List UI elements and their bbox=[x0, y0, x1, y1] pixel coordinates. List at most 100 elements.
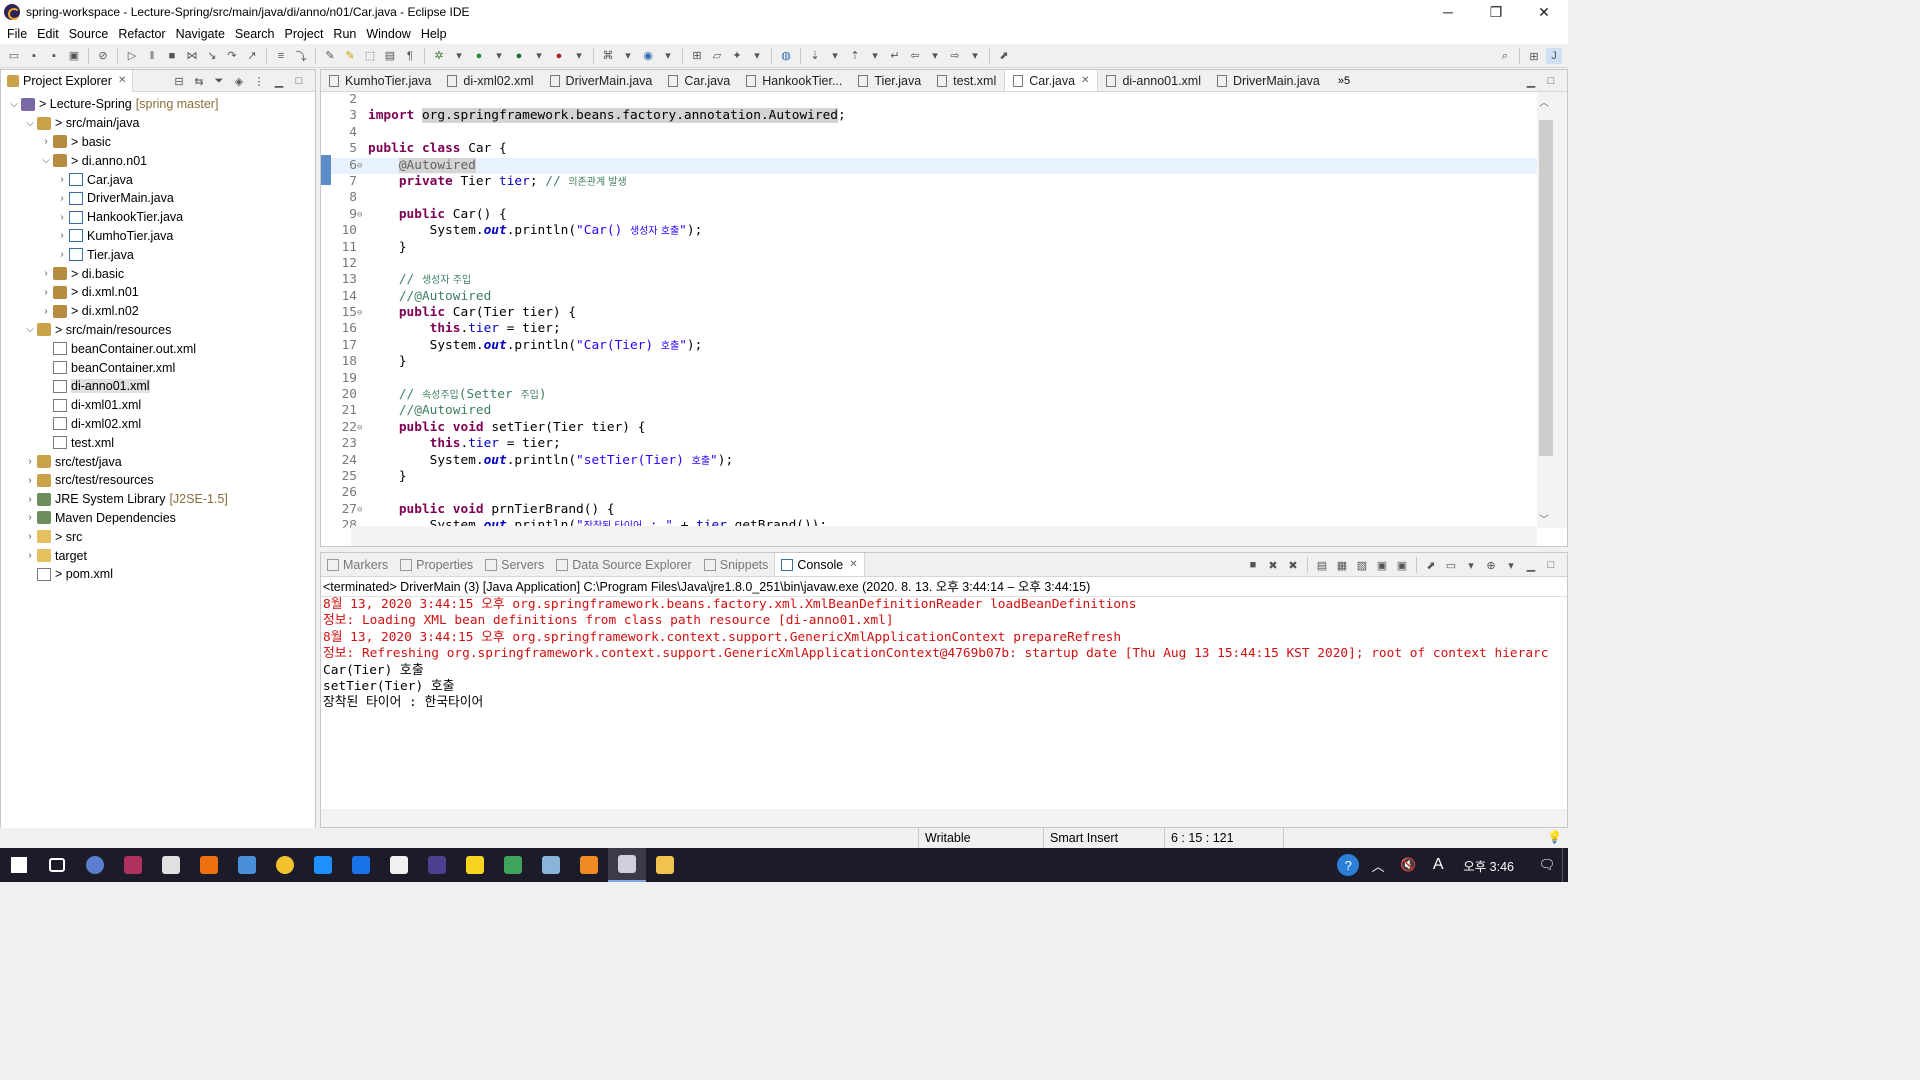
tab-servers[interactable]: Servers bbox=[479, 553, 550, 576]
code-line[interactable]: 15 ⊖ public Car(Tier tier) { bbox=[331, 305, 1547, 321]
close-icon[interactable]: ✕ bbox=[849, 559, 857, 570]
tree-item[interactable]: › > basic bbox=[1, 133, 315, 152]
fold-toggle-icon[interactable]: ⊖ bbox=[357, 305, 365, 321]
scroll-lock-icon[interactable]: ▦ bbox=[1334, 557, 1350, 573]
chevron-right-icon[interactable]: › bbox=[23, 475, 37, 486]
block-selection-icon[interactable]: ⬚ bbox=[362, 48, 378, 64]
tab-properties[interactable]: Properties bbox=[394, 553, 479, 576]
word-wrap-icon[interactable]: ▧ bbox=[1354, 557, 1370, 573]
open-type-icon[interactable]: ⊞ bbox=[689, 48, 705, 64]
fold-toggle-icon[interactable]: ⊖ bbox=[357, 207, 365, 223]
maximize-view-icon[interactable]: □ bbox=[1543, 557, 1559, 573]
chevron-right-icon[interactable]: › bbox=[39, 136, 53, 147]
menu-navigate[interactable]: Navigate bbox=[171, 24, 230, 44]
close-icon[interactable]: ✕ bbox=[1081, 75, 1089, 86]
display-console-icon[interactable]: ▭ bbox=[1443, 557, 1459, 573]
next-annotation-icon[interactable]: ⇣ bbox=[807, 48, 823, 64]
notes-icon[interactable] bbox=[152, 848, 190, 882]
media-icon[interactable] bbox=[494, 848, 532, 882]
code-line[interactable]: 17 System.out.println("Car(Tier) 호출"); bbox=[331, 338, 1547, 354]
minimize-button[interactable]: ─ bbox=[1424, 0, 1472, 24]
clock[interactable]: 오후 3:46 bbox=[1463, 856, 1514, 875]
tree-item[interactable]: › KumhoTier.java bbox=[1, 227, 315, 246]
globe-icon[interactable]: ◍ bbox=[778, 48, 794, 64]
dropdown-icon[interactable]: ▾ bbox=[660, 48, 676, 64]
menu-search[interactable]: Search bbox=[230, 24, 280, 44]
pin-editor-icon[interactable]: ⬈ bbox=[996, 48, 1012, 64]
menu-run[interactable]: Run bbox=[328, 24, 361, 44]
code-line[interactable]: 25 } bbox=[331, 469, 1547, 485]
open-folder-icon[interactable]: ▱ bbox=[709, 48, 725, 64]
code-line[interactable]: 22 ⊖ public void setTier(Tier tier) { bbox=[331, 420, 1547, 436]
show-whitespace-icon[interactable]: ¶ bbox=[402, 48, 418, 64]
tree-item[interactable]: › > di.xml.n02 bbox=[1, 302, 315, 321]
file-explorer-icon[interactable] bbox=[646, 848, 684, 882]
tree-item[interactable]: > pom.xml bbox=[1, 565, 315, 584]
suspend-icon[interactable]: ‖ bbox=[144, 48, 160, 64]
dropdown-icon[interactable]: ▾ bbox=[491, 48, 507, 64]
chevron-down-icon[interactable]: ⌵ bbox=[7, 99, 21, 110]
tree-item[interactable]: ⌵ > di.anno.n01 bbox=[1, 151, 315, 170]
editor-tab[interactable]: DriverMain.java bbox=[1209, 70, 1328, 91]
editor-horizontal-scrollbar[interactable] bbox=[351, 526, 1537, 546]
ie-icon[interactable] bbox=[304, 848, 342, 882]
forward-icon[interactable]: ⇨ bbox=[947, 48, 963, 64]
console-vertical-scrollbar[interactable] bbox=[1549, 599, 1567, 809]
code-line[interactable]: 3 import org.springframework.beans.factor… bbox=[331, 108, 1547, 124]
tree-item[interactable]: › > di.xml.n01 bbox=[1, 283, 315, 302]
tree-item[interactable]: › JRE System Library [J2SE-1.5] bbox=[1, 490, 315, 509]
java-perspective-icon[interactable]: J bbox=[1546, 48, 1562, 64]
dropdown-icon[interactable]: ▾ bbox=[1463, 557, 1479, 573]
word-wrap-icon[interactable]: ▤ bbox=[382, 48, 398, 64]
link-with-editor-icon[interactable]: ⇆ bbox=[191, 73, 207, 89]
terminate-icon[interactable]: ■ bbox=[164, 48, 180, 64]
menu-help[interactable]: Help bbox=[416, 24, 452, 44]
last-edit-location-icon[interactable]: ↵ bbox=[887, 48, 903, 64]
minimize-view-icon[interactable]: ▁ bbox=[1523, 73, 1539, 89]
tab-data-source-explorer[interactable]: Data Source Explorer bbox=[550, 553, 698, 576]
chevron-right-icon[interactable]: › bbox=[23, 550, 37, 561]
pen-icon[interactable] bbox=[532, 848, 570, 882]
close-button[interactable]: ✕ bbox=[1520, 0, 1568, 24]
new-icon[interactable]: ▭ bbox=[6, 48, 22, 64]
open-type-icon[interactable]: ✎ bbox=[322, 48, 338, 64]
toggle-mark-occurrences-icon[interactable]: ✎ bbox=[342, 48, 358, 64]
open-console-icon[interactable]: ⊕ bbox=[1483, 557, 1499, 573]
new-java-project-icon[interactable]: ⌘ bbox=[600, 48, 616, 64]
filter-icon[interactable]: ⏷ bbox=[211, 73, 227, 89]
chrome-icon[interactable] bbox=[266, 848, 304, 882]
notification-icon[interactable]: 🗨 bbox=[1536, 854, 1558, 876]
tab-markers[interactable]: Markers bbox=[321, 553, 394, 576]
dropdown-icon[interactable]: ▾ bbox=[827, 48, 843, 64]
code-line[interactable]: 27 ⊖ public void prnTierBrand() { bbox=[331, 502, 1547, 518]
console-output[interactable]: 8월 13, 2020 3:44:15 오후 org.springframewo… bbox=[321, 597, 1567, 712]
scroll-down-icon[interactable]: ﹀ bbox=[1539, 511, 1549, 526]
maximize-view-icon[interactable]: □ bbox=[291, 73, 307, 89]
menu-file[interactable]: File bbox=[2, 24, 32, 44]
eclipse-icon[interactable] bbox=[608, 848, 646, 882]
minimize-view-icon[interactable]: ▁ bbox=[1523, 557, 1539, 573]
editor-tab[interactable]: KumhoTier.java bbox=[321, 70, 439, 91]
use-step-filters-icon[interactable]: ⤵ bbox=[293, 48, 309, 64]
tree-item[interactable]: › target bbox=[1, 546, 315, 565]
ime-indicator[interactable]: A bbox=[1427, 854, 1449, 876]
menu-project[interactable]: Project bbox=[280, 24, 329, 44]
chevron-right-icon[interactable]: › bbox=[23, 494, 37, 505]
tree-item[interactable]: › HankookTier.java bbox=[1, 208, 315, 227]
tree-item[interactable]: ⌵ > src/main/resources bbox=[1, 321, 315, 340]
skip-breakpoints-icon[interactable]: ⊘ bbox=[95, 48, 111, 64]
tree-item[interactable]: › Maven Dependencies bbox=[1, 509, 315, 528]
chevron-down-icon[interactable]: ⌵ bbox=[39, 155, 53, 166]
external-tools-icon[interactable]: ● bbox=[551, 48, 567, 64]
search-tool-icon[interactable]: ✦ bbox=[729, 48, 745, 64]
chevron-right-icon[interactable]: › bbox=[39, 306, 53, 317]
menu-refactor[interactable]: Refactor bbox=[113, 24, 170, 44]
editor-tab[interactable]: Car.java ✕ bbox=[1004, 70, 1099, 91]
start-icon[interactable] bbox=[0, 848, 38, 882]
step-into-icon[interactable]: ↘ bbox=[204, 48, 220, 64]
disconnect-icon[interactable]: ⋈ bbox=[184, 48, 200, 64]
editor-tab[interactable]: test.xml bbox=[929, 70, 1004, 91]
chevron-down-icon[interactable]: ⌵ bbox=[23, 324, 37, 335]
tree-item[interactable]: beanContainer.out.xml bbox=[1, 339, 315, 358]
drop-frame-icon[interactable]: ≡ bbox=[273, 48, 289, 64]
